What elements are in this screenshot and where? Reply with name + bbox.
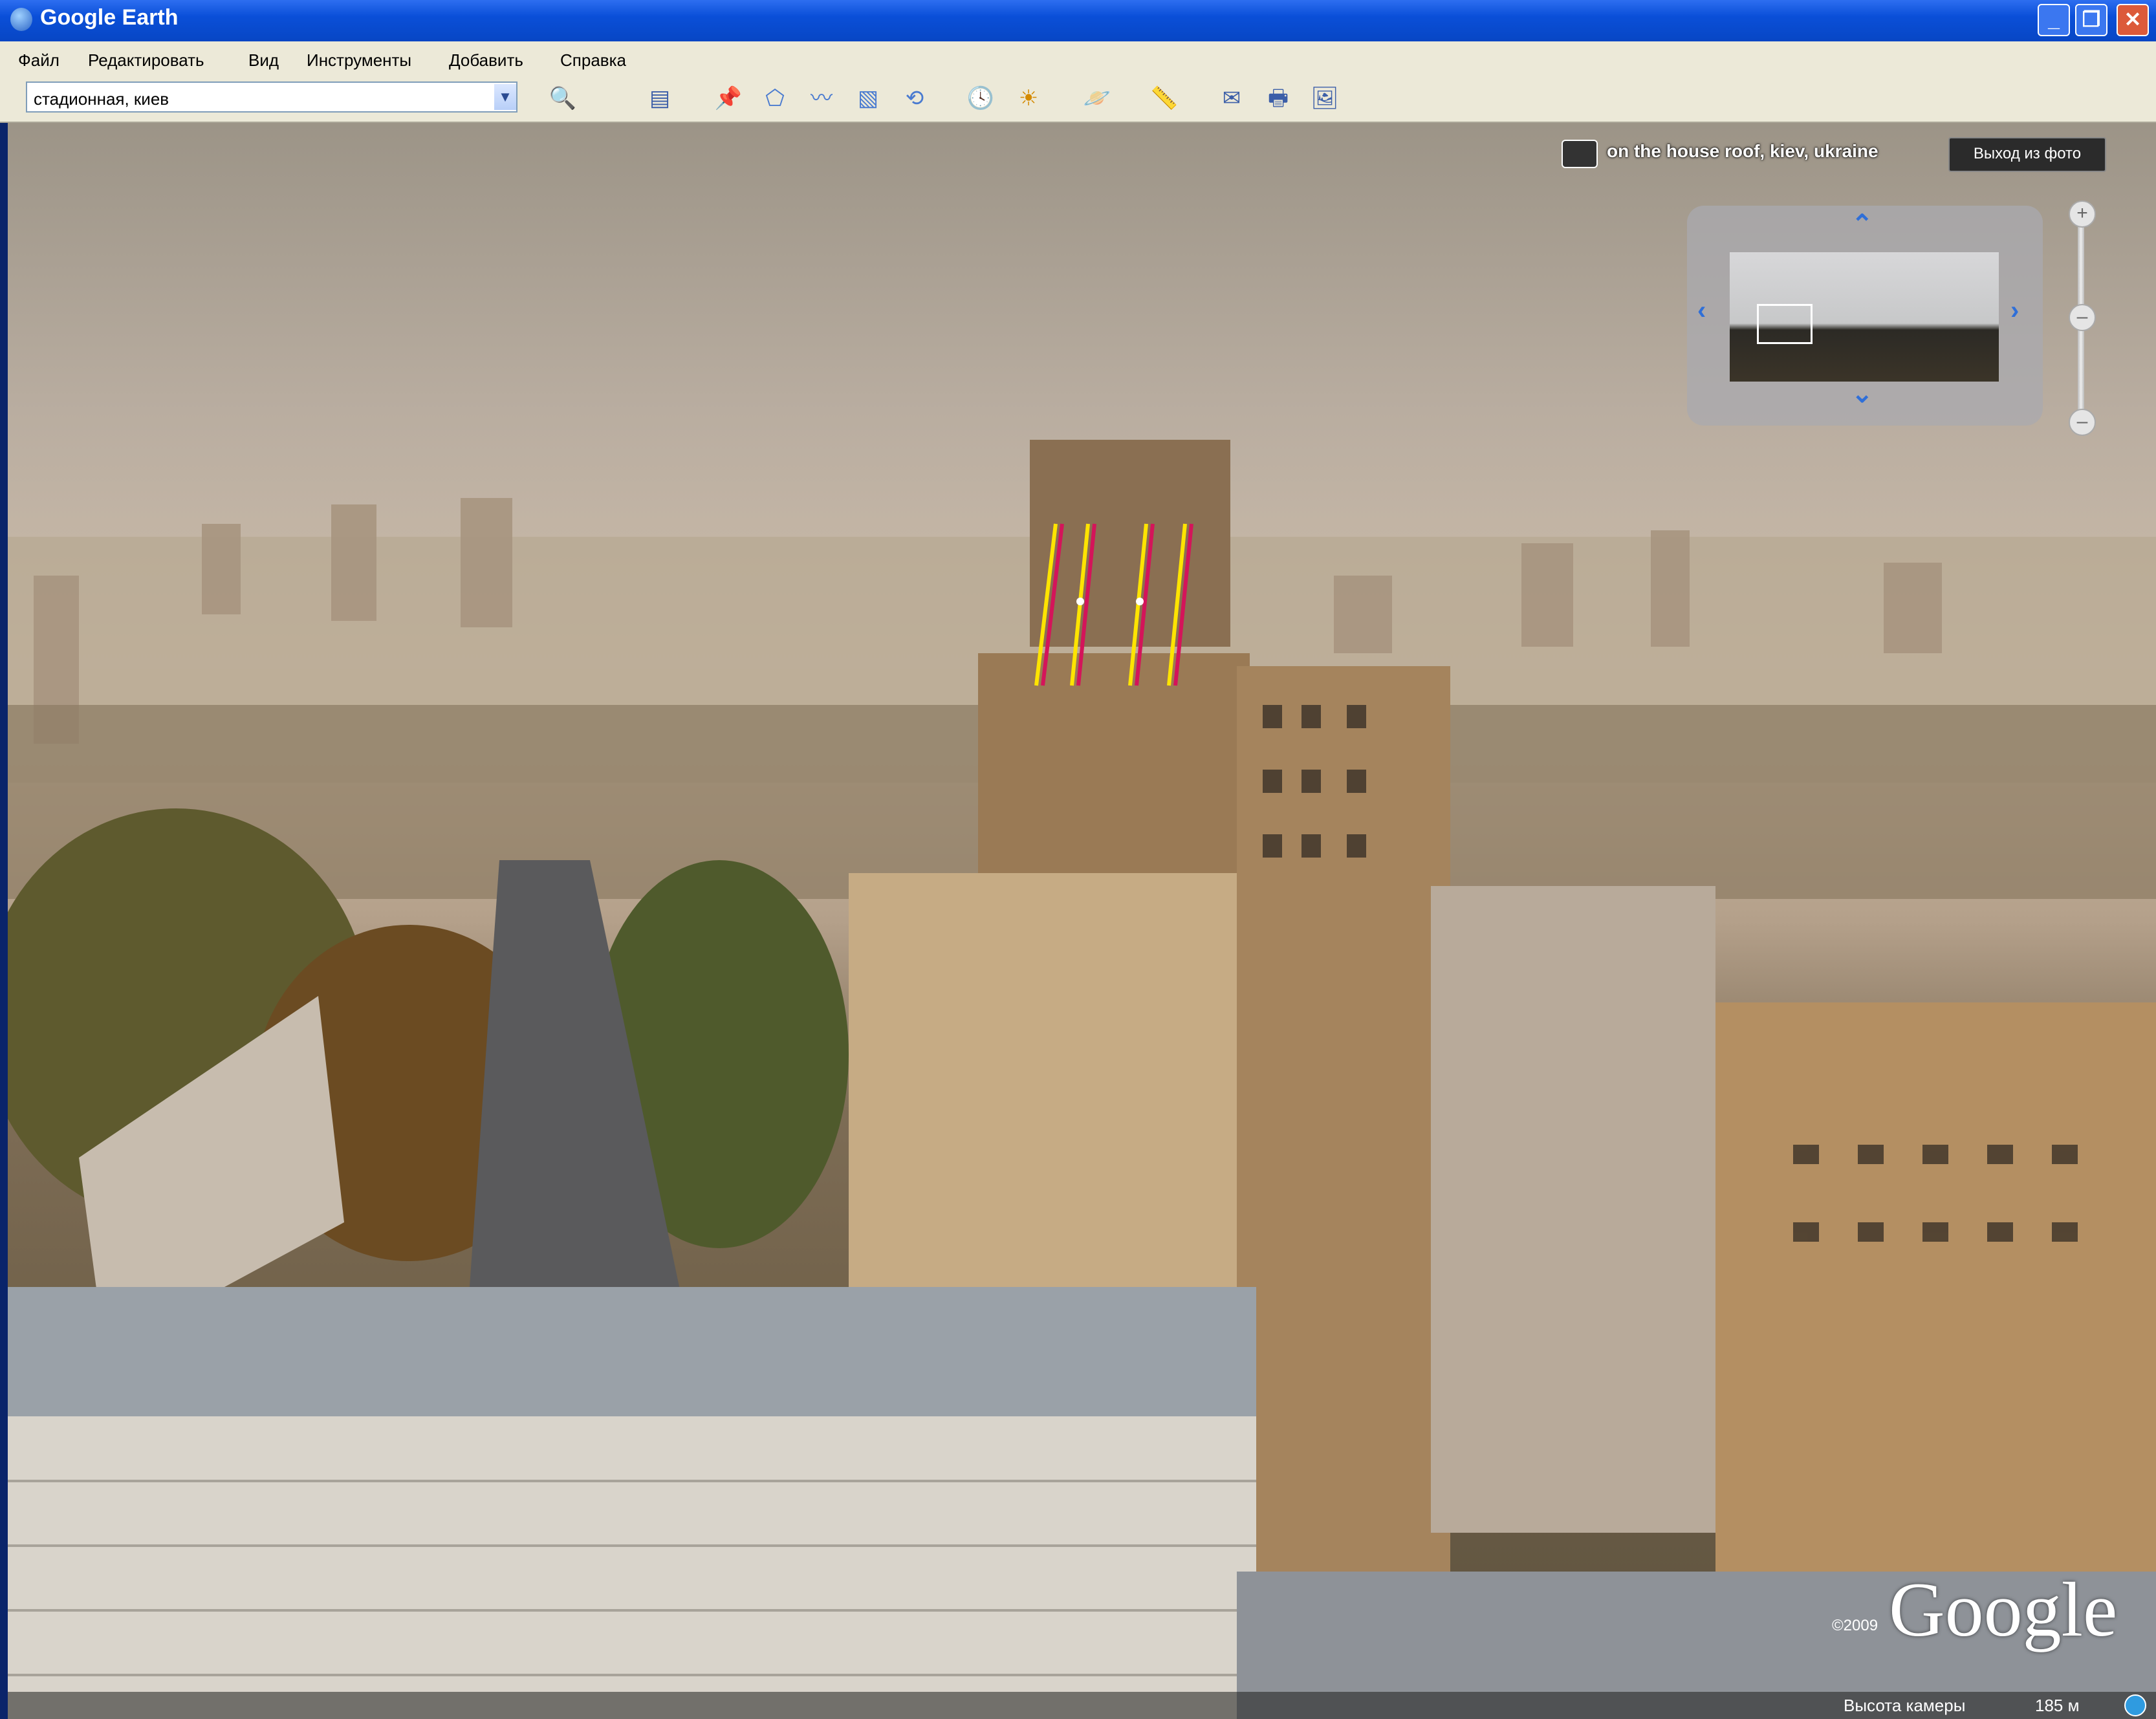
menu-add[interactable]: Добавить: [449, 50, 523, 70]
photo-caption: on the house roof, kiev, ukraine: [1607, 141, 1878, 161]
sidebar-toggle-icon[interactable]: ▤: [640, 81, 679, 115]
google-logo: Google: [1889, 1566, 2118, 1652]
menu-edit[interactable]: Редактировать: [88, 50, 204, 70]
camera-altitude-label: Высота камеры: [1844, 1696, 1966, 1715]
image-overlay-icon[interactable]: ▧: [849, 81, 887, 115]
path-icon[interactable]: 〰: [802, 81, 841, 115]
zoom-out-icon[interactable]: –: [2069, 409, 2096, 436]
exit-photo-button[interactable]: Выход из фото: [1948, 137, 2106, 172]
maximize-button[interactable]: ❐: [2075, 4, 2107, 36]
search-icon[interactable]: 🔍: [543, 81, 582, 115]
copyright-text: ©2009: [1832, 1617, 1878, 1634]
arrow-left-icon[interactable]: ‹: [1697, 296, 1706, 325]
chevron-down-icon[interactable]: ▼: [494, 84, 516, 110]
record-tour-icon[interactable]: ⟲: [895, 81, 934, 115]
print-icon[interactable]: 🖶: [1259, 81, 1298, 115]
toolbar: стадионная, киев ▼ 🔍 ▤ 📌 ⬠ 〰 ▧ ⟲ 🕓 ☀ 🪐 📏…: [0, 78, 2156, 123]
window-title: Google Earth: [40, 5, 179, 30]
menu-tools[interactable]: Инструменты: [307, 50, 411, 70]
polygon-icon[interactable]: ⬠: [756, 81, 794, 115]
camera-icon: [1562, 140, 1598, 168]
zoom-in-icon[interactable]: +: [2069, 200, 2096, 228]
status-bar: [8, 1692, 2156, 1719]
minimize-button[interactable]: _: [2038, 4, 2070, 36]
search-input[interactable]: стадионная, киев ▼: [26, 81, 517, 113]
arrow-up-icon[interactable]: ⌃: [1851, 210, 1873, 239]
email-icon[interactable]: ✉: [1212, 81, 1251, 115]
view-frame[interactable]: [1757, 304, 1813, 344]
menu-file[interactable]: Файл: [18, 50, 60, 70]
photo-navigator[interactable]: ⌃ ⌄ ‹ ›: [1687, 206, 2043, 426]
ruler-icon[interactable]: 📏: [1145, 81, 1184, 115]
google-earth-icon: [10, 8, 32, 31]
title-bar: Google Earth _ ❐ ✕: [0, 0, 2156, 41]
arrow-down-icon[interactable]: ⌄: [1851, 379, 1873, 409]
sunlight-icon[interactable]: ☀: [1009, 81, 1048, 115]
menu-help[interactable]: Справка: [560, 50, 626, 70]
menu-view[interactable]: Вид: [248, 50, 279, 70]
photo-thumbnail[interactable]: [1730, 252, 1999, 382]
zoom-slider[interactable]: + – –: [2066, 200, 2096, 440]
arrow-right-icon[interactable]: ›: [2010, 296, 2019, 325]
search-value: стадионная, киев: [34, 89, 169, 109]
camera-altitude-value: 185 м: [2035, 1696, 2080, 1715]
close-button[interactable]: ✕: [2117, 4, 2149, 36]
zoom-handle[interactable]: –: [2069, 304, 2096, 331]
streaming-icon: [2124, 1694, 2146, 1716]
view-in-maps-icon[interactable]: 🖼: [1305, 81, 1344, 115]
planets-icon[interactable]: 🪐: [1078, 81, 1116, 115]
placemark-icon[interactable]: 📌: [709, 81, 748, 115]
menu-bar: Файл Редактировать Вид Инструменты Добав…: [0, 41, 2156, 78]
historical-imagery-icon[interactable]: 🕓: [961, 81, 1000, 115]
